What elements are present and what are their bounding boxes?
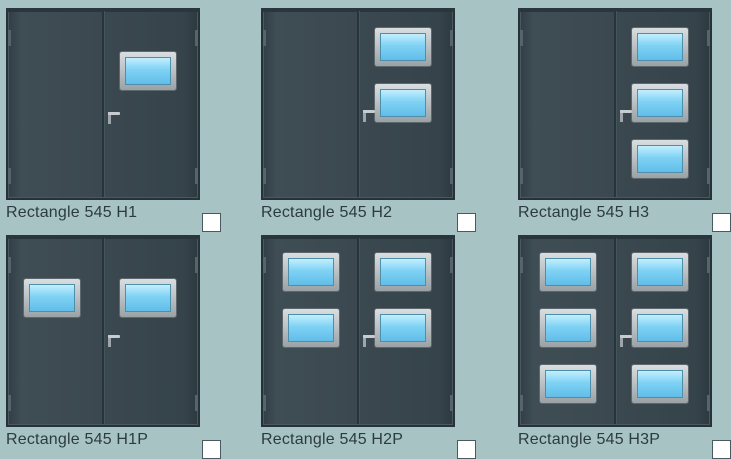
door-seam bbox=[614, 238, 616, 424]
door-seam bbox=[614, 11, 616, 197]
hinge-icon bbox=[263, 257, 266, 273]
hinge-icon bbox=[707, 30, 710, 46]
hinge-icon bbox=[8, 395, 11, 411]
door-window bbox=[632, 84, 688, 122]
door-window bbox=[283, 253, 339, 291]
door-window bbox=[375, 28, 431, 66]
product-label: Rectangle 545 H1P bbox=[6, 431, 149, 448]
hinge-icon bbox=[263, 168, 266, 184]
door-handle-icon bbox=[363, 110, 375, 122]
hinge-icon bbox=[195, 395, 198, 411]
product-card-h2p[interactable]: Rectangle 545 H2P bbox=[261, 235, 511, 459]
product-label: Rectangle 545 H2 bbox=[261, 204, 393, 221]
hinge-icon bbox=[707, 395, 710, 411]
door-window bbox=[632, 309, 688, 347]
door-seam bbox=[357, 11, 359, 197]
product-card-h3[interactable]: Rectangle 545 H3 bbox=[518, 8, 731, 232]
door-window bbox=[632, 365, 688, 403]
hinge-icon bbox=[8, 257, 11, 273]
door-window bbox=[120, 279, 176, 317]
hinge-icon bbox=[707, 257, 710, 273]
hinge-icon bbox=[707, 168, 710, 184]
door-window bbox=[375, 84, 431, 122]
product-card-h1p[interactable]: Rectangle 545 H1P bbox=[6, 235, 256, 459]
hinge-icon bbox=[8, 168, 11, 184]
product-label: Rectangle 545 H3 bbox=[518, 204, 650, 221]
product-label: Rectangle 545 H3P bbox=[518, 431, 661, 448]
hinge-icon bbox=[450, 168, 453, 184]
door-handle-icon bbox=[108, 335, 120, 347]
door-handle-icon bbox=[620, 110, 632, 122]
product-card-h1[interactable]: Rectangle 545 H1 bbox=[6, 8, 256, 232]
hinge-icon bbox=[195, 168, 198, 184]
door-seam bbox=[102, 238, 104, 424]
hinge-icon bbox=[195, 257, 198, 273]
hinge-icon bbox=[263, 395, 266, 411]
product-label: Rectangle 545 H2P bbox=[261, 431, 404, 448]
product-checkbox-h3[interactable] bbox=[712, 213, 731, 232]
door-window bbox=[632, 253, 688, 291]
product-card-h3p[interactable]: Rectangle 545 H3P bbox=[518, 235, 731, 459]
hinge-icon bbox=[520, 395, 523, 411]
door-handle-icon bbox=[363, 335, 375, 347]
door-image-h2 bbox=[261, 8, 455, 200]
product-label: Rectangle 545 H1 bbox=[6, 204, 138, 221]
door-window bbox=[283, 309, 339, 347]
hinge-icon bbox=[450, 395, 453, 411]
door-window bbox=[632, 140, 688, 178]
door-handle-icon bbox=[108, 112, 120, 124]
door-image-h3p bbox=[518, 235, 712, 427]
door-image-h3 bbox=[518, 8, 712, 200]
door-image-h1 bbox=[6, 8, 200, 200]
door-window bbox=[120, 52, 176, 90]
door-window bbox=[540, 253, 596, 291]
hinge-icon bbox=[520, 168, 523, 184]
door-window bbox=[375, 309, 431, 347]
product-card-h2[interactable]: Rectangle 545 H2 bbox=[261, 8, 511, 232]
hinge-icon bbox=[450, 30, 453, 46]
product-checkbox-h2[interactable] bbox=[457, 213, 476, 232]
door-handle-icon bbox=[620, 335, 632, 347]
hinge-icon bbox=[520, 30, 523, 46]
door-image-h2p bbox=[261, 235, 455, 427]
hinge-icon bbox=[8, 30, 11, 46]
hinge-icon bbox=[263, 30, 266, 46]
hinge-icon bbox=[520, 257, 523, 273]
door-window bbox=[540, 365, 596, 403]
product-checkbox-h1[interactable] bbox=[202, 213, 221, 232]
door-seam bbox=[357, 238, 359, 424]
hinge-icon bbox=[195, 30, 198, 46]
door-seam bbox=[102, 11, 104, 197]
door-window bbox=[24, 279, 80, 317]
door-window bbox=[632, 28, 688, 66]
door-window bbox=[540, 309, 596, 347]
door-window bbox=[375, 253, 431, 291]
hinge-icon bbox=[450, 257, 453, 273]
door-image-h1p bbox=[6, 235, 200, 427]
